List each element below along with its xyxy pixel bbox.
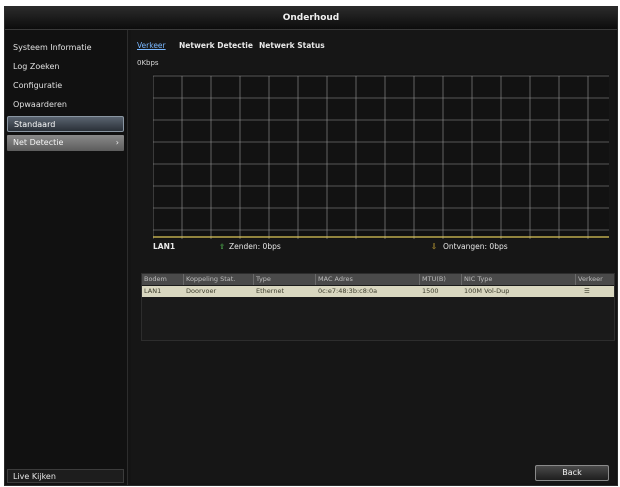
receive-rate-label: Ontvangen: 0bps [443,242,508,251]
sidebar: Systeem Informatie Log Zoeken Configurat… [5,30,128,485]
nic-table: Bodem Koppeling Stat. Type MAC Adres MTU… [141,273,615,341]
main-content: Verkeer Netwerk Detectie Netwerk Status … [131,30,615,483]
interface-label: LAN1 [153,242,176,251]
column-header: MTU(B) [420,274,462,285]
graph-legend: LAN1 ⇧ Zenden: 0bps ⇩ Ontvangen: 0bps [131,242,615,256]
tab-network-detect[interactable]: Netwerk Detectie [179,41,253,50]
column-header: MAC Adres [316,274,420,285]
traffic-graph [153,74,609,239]
sidebar-item-system-info[interactable]: Systeem Informatie [7,40,124,56]
arrow-up-icon: ⇧ [219,242,226,251]
sidebar-item-log-search[interactable]: Log Zoeken [7,59,124,75]
traffic-detail-icon[interactable]: ☰ [582,286,614,297]
table-cell: 100M Vol-Dup [464,287,510,295]
back-button[interactable]: Back [535,465,609,481]
tab-network-status[interactable]: Netwerk Status [259,41,325,50]
graph-grid [153,75,609,239]
graph-unit-label: 0Kbps [137,59,159,67]
column-header: Type [254,274,316,285]
sidebar-item-configuration[interactable]: Configuratie [7,78,124,94]
column-header: Verkeer [578,275,603,283]
column-header: Bodem [142,274,184,285]
tab-traffic[interactable]: Verkeer [137,41,166,50]
window-title: Onderhoud [5,7,617,30]
chevron-right-icon: › [115,138,119,147]
table-cell: Ethernet [256,287,284,295]
main-window: Onderhoud Systeem Informatie Log Zoeken … [4,6,618,486]
column-header: NIC Type [462,274,576,285]
table-row[interactable]: LAN1 Doorvoer Ethernet 0c:e7:48:3b:c8:0a… [142,286,614,297]
arrow-down-icon: ⇩ [431,242,438,251]
send-rate-label: Zenden: 0bps [229,242,281,251]
table-cell: Doorvoer [186,287,217,295]
table-cell: 1500 [422,287,439,295]
column-header: Koppeling Stat. [184,274,254,285]
sidebar-item-upgrade[interactable]: Opwaarderen [7,97,124,113]
sidebar-item-label: Net Detectie [13,138,64,147]
table-cell: LAN1 [144,287,162,295]
table-header: Bodem Koppeling Stat. Type MAC Adres MTU… [142,274,614,285]
traffic-graph-svg [153,75,609,239]
table-cell: 0c:e7:48:3b:c8:0a [318,287,378,295]
live-view-button[interactable]: Live Kijken [7,469,124,483]
sidebar-item-default[interactable]: Standaard [7,116,124,132]
sidebar-item-net-detect[interactable]: Net Detectie › [7,135,124,151]
